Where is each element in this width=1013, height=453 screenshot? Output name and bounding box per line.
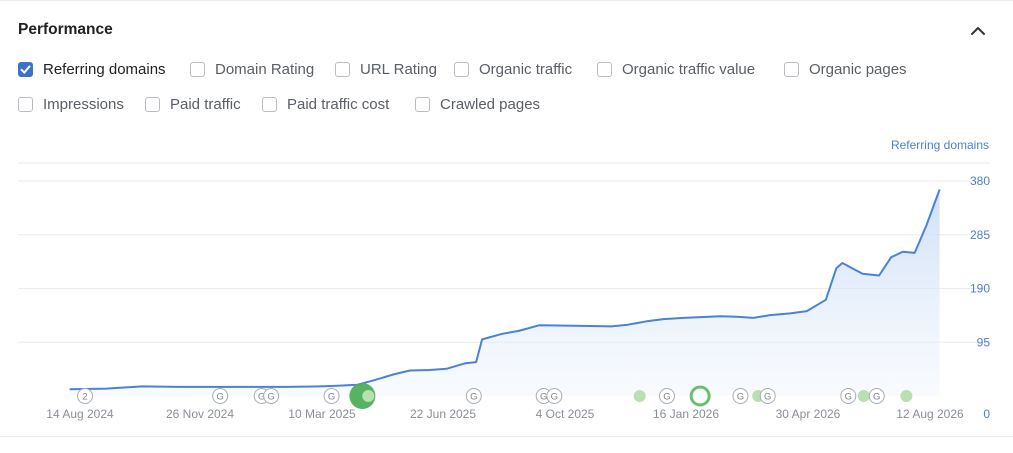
- metric-label: Organic traffic value: [622, 60, 756, 78]
- metric-checkbox-impressions[interactable]: Impressions: [18, 94, 124, 114]
- metric-label: Organic traffic: [479, 60, 573, 78]
- google-update-marker-label: G: [551, 392, 558, 403]
- series-axis-label: Referring domains: [890, 138, 989, 152]
- google-update-marker-label: G: [663, 392, 670, 403]
- event-dot: [900, 390, 913, 402]
- x-tick-label: 12 Aug 2026: [896, 407, 964, 421]
- chevron-up-icon: [971, 27, 985, 35]
- performance-panel: Performance Referring domains Domain Rat…: [0, 0, 1013, 453]
- metric-label: Paid traffic: [170, 95, 241, 113]
- series-area: [69, 189, 940, 396]
- checkbox-icon: [262, 96, 277, 112]
- event-dot: [362, 390, 375, 402]
- metric-checkbox-paid-traffic[interactable]: Paid traffic: [145, 94, 241, 114]
- checkbox-icon: [18, 61, 33, 77]
- metric-checkbox-referring-domains[interactable]: Referring domains: [18, 59, 166, 79]
- metric-label: Impressions: [43, 95, 124, 113]
- google-update-marker-label: G: [267, 392, 274, 403]
- metric-checkbox-url-rating[interactable]: URL Rating: [335, 59, 437, 79]
- google-update-marker-label: G: [764, 392, 771, 403]
- referring-domains-chart: 0 95 190 285 380 14 Aug 2024 26 Nov 2024 10 Mar…: [18, 162, 991, 421]
- checkmark-icon: [20, 65, 31, 74]
- x-tick-label: 16 Jan 2026: [653, 407, 719, 421]
- metric-label: Crawled pages: [440, 95, 541, 113]
- y-tick-label: 190: [970, 282, 990, 296]
- checkbox-icon: [784, 61, 799, 77]
- metric-label: Referring domains: [43, 60, 166, 78]
- google-update-marker-label: G: [216, 392, 223, 403]
- metric-checkbox-organic-traffic[interactable]: Organic traffic: [454, 59, 572, 79]
- checkbox-icon: [145, 96, 160, 112]
- google-update-marker-label: 2: [82, 392, 87, 403]
- google-update-marker-label: G: [540, 392, 547, 403]
- metric-label: Organic pages: [809, 60, 907, 78]
- x-tick-label: 14 Aug 2024: [46, 407, 114, 421]
- x-tick-label: 22 Jun 2025: [410, 407, 476, 421]
- x-tick-label: 30 Apr 2026: [776, 407, 841, 421]
- metric-checkbox-organic-traffic-value[interactable]: Organic traffic value: [597, 59, 755, 79]
- x-tick-label: 26 Nov 2024: [166, 407, 234, 421]
- bottom-divider: [0, 436, 1013, 437]
- metric-label: URL Rating: [360, 60, 437, 78]
- metric-checkbox-organic-pages[interactable]: Organic pages: [784, 59, 907, 79]
- google-update-marker-label: G: [737, 392, 744, 403]
- metric-checkbox-crawled-pages[interactable]: Crawled pages: [415, 94, 540, 114]
- checkbox-icon: [454, 61, 469, 77]
- metric-checkbox-domain-rating[interactable]: Domain Rating: [190, 59, 314, 79]
- checkbox-icon: [335, 61, 350, 77]
- y-tick-label: 380: [970, 174, 990, 188]
- collapse-button[interactable]: [966, 19, 990, 43]
- x-tick-label: 4 Oct 2025: [536, 407, 595, 421]
- event-dot: [633, 390, 646, 402]
- x-tick-label: 10 Mar 2025: [288, 407, 356, 421]
- metric-label: Paid traffic cost: [287, 95, 390, 113]
- checkbox-icon: [415, 96, 430, 112]
- checkbox-icon: [18, 96, 33, 112]
- checkbox-icon: [190, 61, 205, 77]
- y-tick-label: 95: [977, 335, 991, 349]
- y-tick-label: 285: [970, 228, 990, 242]
- google-update-marker-label: G: [470, 392, 477, 403]
- checkbox-icon: [597, 61, 612, 77]
- y-tick-label: 0: [983, 407, 990, 421]
- google-update-marker-label: G: [873, 392, 880, 403]
- event-dot: [857, 390, 870, 402]
- google-update-marker-label: G: [328, 392, 335, 403]
- metric-checkbox-paid-traffic-cost[interactable]: Paid traffic cost: [262, 94, 389, 114]
- panel-title: Performance: [18, 21, 113, 38]
- metric-label: Domain Rating: [215, 60, 315, 78]
- google-update-marker-label: G: [845, 392, 852, 403]
